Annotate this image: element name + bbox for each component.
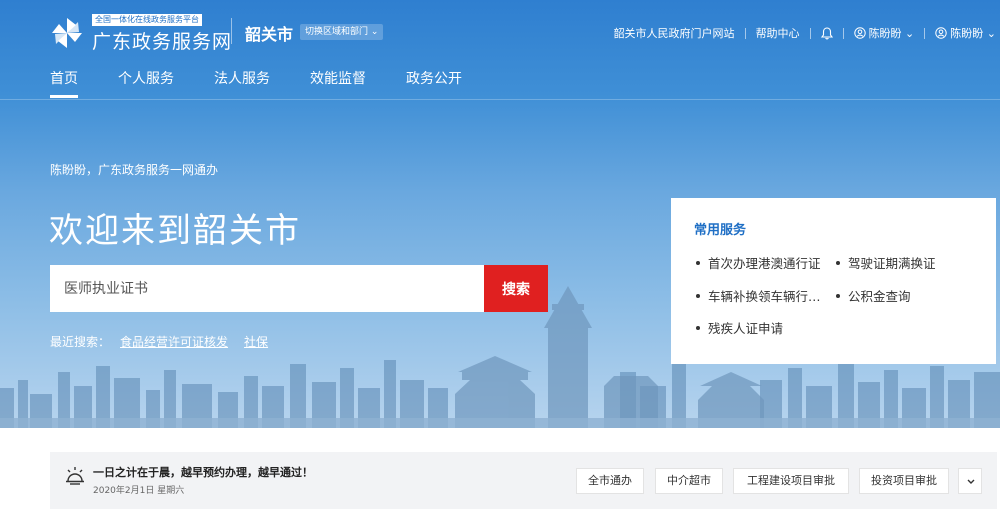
welcome-heading: 欢迎来到韶关市 xyxy=(49,211,301,251)
service-label: 残疾人证申请 xyxy=(708,321,784,336)
top-utility-links: 韶关市人民政府门户网站 帮助中心 陈盼盼 ⌄ 陈盼盼 ⌄ xyxy=(614,25,996,41)
notice-title: 一日之计在于晨，越早预约办理，越早通过！ xyxy=(93,466,313,479)
service-label: 驾驶证期满换证 xyxy=(848,256,936,271)
divider xyxy=(924,27,926,39)
site-name[interactable]: 广东政务服务网 xyxy=(92,27,232,54)
bell-icon[interactable] xyxy=(820,26,833,40)
common-service-item[interactable]: 公积金查询 xyxy=(836,286,911,305)
user-avatar-icon xyxy=(935,27,947,39)
common-services-title: 常用服务 xyxy=(694,223,747,238)
main-nav: 首页 个人服务 法人服务 效能监督 政务公开 xyxy=(50,68,502,98)
service-label: 车辆补换领车辆行… xyxy=(708,289,821,304)
quick-link-citywide[interactable]: 全市通办 xyxy=(576,468,644,494)
divider xyxy=(744,27,746,39)
user-menu-secondary[interactable]: 陈盼盼 ⌄ xyxy=(935,25,996,41)
alarm-clock-icon xyxy=(66,467,84,485)
bullet xyxy=(836,260,840,265)
bullet xyxy=(696,293,700,298)
service-label: 首次办理港澳通行证 xyxy=(708,256,821,271)
notice-date: 2020年2月1日 星期六 xyxy=(93,486,185,496)
nav-government-affairs[interactable]: 政务公开 xyxy=(406,68,462,98)
divider xyxy=(809,27,811,39)
logo-icon[interactable] xyxy=(50,16,84,50)
common-service-item[interactable]: 残疾人证申请 xyxy=(696,318,783,337)
divider xyxy=(842,27,844,39)
search-button[interactable]: 搜索 xyxy=(484,265,548,312)
logo-divider xyxy=(231,18,232,44)
bullet xyxy=(696,260,700,265)
bullet xyxy=(836,293,840,298)
user-name: 陈盼盼 ⌄ xyxy=(950,27,996,40)
more-quick-links-button[interactable] xyxy=(958,468,982,494)
recent-searches: 最近搜索： 食品经营许可证核发 社保 xyxy=(50,333,268,350)
recent-search-link[interactable]: 食品经营许可证核发 xyxy=(120,333,228,350)
quick-link-construction-approval[interactable]: 工程建设项目审批 xyxy=(733,468,849,494)
bullet xyxy=(696,325,700,330)
user-menu[interactable]: 陈盼盼 ⌄ xyxy=(853,25,915,41)
common-service-item[interactable]: 驾驶证期满换证 xyxy=(836,253,936,272)
platform-tag: 全国一体化在线政务服务平台 xyxy=(92,14,202,26)
nav-efficiency-supervision[interactable]: 效能监督 xyxy=(310,68,366,98)
greeting-text: 陈盼盼，广东政务服务一网通办 xyxy=(50,163,219,177)
common-service-item[interactable]: 首次办理港澳通行证 xyxy=(696,253,821,272)
current-city: 韶关市 xyxy=(245,25,294,44)
common-service-item[interactable]: 车辆补换领车辆行… xyxy=(696,286,821,305)
help-center-link[interactable]: 帮助中心 xyxy=(756,25,800,41)
nav-corporate-services[interactable]: 法人服务 xyxy=(214,68,270,98)
quick-link-intermediary[interactable]: 中介超市 xyxy=(655,468,723,494)
region-switch-dropdown[interactable]: 切换区域和部门 ⌄ xyxy=(300,24,384,40)
service-label: 公积金查询 xyxy=(848,289,911,304)
gov-portal-link[interactable]: 韶关市人民政府门户网站 xyxy=(614,25,735,41)
user-avatar-icon xyxy=(853,27,866,39)
search-input[interactable] xyxy=(50,265,484,312)
recent-search-link[interactable]: 社保 xyxy=(244,333,268,350)
chevron-down-icon xyxy=(967,479,975,484)
user-name: 陈盼盼 ⌄ xyxy=(868,27,915,40)
notice-bar: 一日之计在于晨，越早预约办理，越早通过！ 2020年2月1日 星期六 全市通办 … xyxy=(50,452,997,509)
nav-home[interactable]: 首页 xyxy=(50,68,78,98)
nav-personal-services[interactable]: 个人服务 xyxy=(118,68,174,98)
hero-banner: 全国一体化在线政务服务平台 广东政务服务网 韶关市 切换区域和部门 ⌄ 韶关市人… xyxy=(0,0,1000,428)
quick-link-investment-approval[interactable]: 投资项目审批 xyxy=(859,468,949,494)
recent-searches-label: 最近搜索： xyxy=(50,335,111,349)
common-services-panel: 常用服务 首次办理港澳通行证 驾驶证期满换证 车辆补换领车辆行… 公积金查询 残… xyxy=(671,198,996,364)
